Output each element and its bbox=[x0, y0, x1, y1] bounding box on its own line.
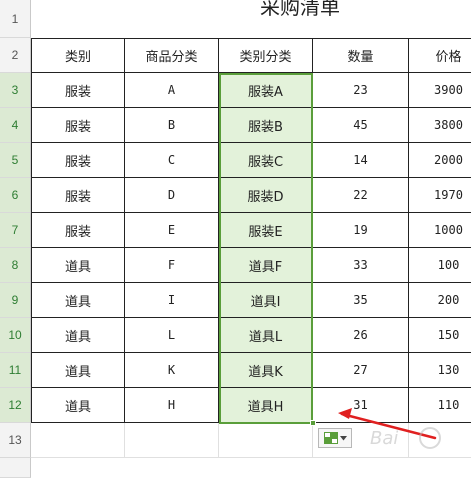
row-header[interactable] bbox=[0, 458, 31, 478]
selected-cell[interactable]: 道具I bbox=[219, 283, 313, 318]
sheet-title[interactable]: 采购清单 bbox=[150, 0, 450, 20]
table-cell[interactable]: E bbox=[125, 213, 219, 248]
table-cell[interactable]: 服装 bbox=[31, 143, 125, 178]
selected-cell[interactable]: 道具F bbox=[219, 248, 313, 283]
table-cell[interactable]: 45 bbox=[313, 108, 409, 143]
table-cell[interactable]: 服装 bbox=[31, 178, 125, 213]
table-cell[interactable]: 服装 bbox=[31, 73, 125, 108]
selected-cell[interactable]: 服装D bbox=[219, 178, 313, 213]
table-cell[interactable]: D bbox=[125, 178, 219, 213]
table-cell[interactable]: 23 bbox=[313, 73, 409, 108]
row-header[interactable]: 13 bbox=[0, 423, 31, 458]
table-cell[interactable]: B bbox=[125, 108, 219, 143]
table-cell[interactable]: 1000 bbox=[409, 213, 471, 248]
empty-cell[interactable] bbox=[31, 423, 125, 458]
table-cell[interactable]: 130 bbox=[409, 353, 471, 388]
row-header[interactable]: 11 bbox=[0, 353, 31, 388]
row-header[interactable]: 9 bbox=[0, 283, 31, 318]
row-header[interactable]: 5 bbox=[0, 143, 31, 178]
table-cell[interactable]: 道具 bbox=[31, 318, 125, 353]
row-header[interactable]: 8 bbox=[0, 248, 31, 283]
row-header[interactable]: 6 bbox=[0, 178, 31, 213]
column-header-cell[interactable]: 商品分类 bbox=[125, 38, 219, 73]
row-header[interactable]: 1 bbox=[0, 0, 31, 38]
selected-cell[interactable]: 道具L bbox=[219, 318, 313, 353]
empty-cell[interactable] bbox=[219, 423, 313, 458]
row-header[interactable]: 4 bbox=[0, 108, 31, 143]
table-cell[interactable]: 3900 bbox=[409, 73, 471, 108]
selected-cell[interactable]: 服装C bbox=[219, 143, 313, 178]
selected-cell[interactable]: 道具K bbox=[219, 353, 313, 388]
table-cell[interactable]: 1970 bbox=[409, 178, 471, 213]
table-cell[interactable]: A bbox=[125, 73, 219, 108]
row-header[interactable]: 12 bbox=[0, 388, 31, 423]
table-cell[interactable]: 27 bbox=[313, 353, 409, 388]
row-header[interactable]: 3 bbox=[0, 73, 31, 108]
table-cell[interactable]: 26 bbox=[313, 318, 409, 353]
table-cell[interactable]: 14 bbox=[313, 143, 409, 178]
row-header[interactable]: 2 bbox=[0, 38, 31, 73]
table-cell[interactable]: 33 bbox=[313, 248, 409, 283]
row-header[interactable]: 10 bbox=[0, 318, 31, 353]
table-cell[interactable]: 3800 bbox=[409, 108, 471, 143]
table-cell[interactable]: 200 bbox=[409, 283, 471, 318]
column-header-cell[interactable]: 价格 bbox=[409, 38, 471, 73]
empty-cell[interactable] bbox=[125, 423, 219, 458]
table-cell[interactable]: 服装 bbox=[31, 108, 125, 143]
table-cell[interactable]: 19 bbox=[313, 213, 409, 248]
selected-cell[interactable]: 服装B bbox=[219, 108, 313, 143]
column-header-cell[interactable]: 类别 bbox=[31, 38, 125, 73]
table-cell[interactable]: C bbox=[125, 143, 219, 178]
table-cell[interactable]: 150 bbox=[409, 318, 471, 353]
table-cell[interactable]: 100 bbox=[409, 248, 471, 283]
selected-cell[interactable]: 道具H bbox=[219, 388, 313, 423]
table-cell[interactable]: 35 bbox=[313, 283, 409, 318]
selected-cell[interactable]: 服装A bbox=[219, 73, 313, 108]
table-cell[interactable]: 道具 bbox=[31, 353, 125, 388]
table-cell[interactable]: 道具 bbox=[31, 283, 125, 318]
spreadsheet-grid: 采购清单 1 2 3 4 5 6 7 8 9 10 11 12 13 类别 商品分类 类别分类 数量 价格 服装 A… bbox=[0, 0, 471, 478]
table-cell[interactable]: F bbox=[125, 248, 219, 283]
table-cell[interactable]: I bbox=[125, 283, 219, 318]
table-cell[interactable]: 道具 bbox=[31, 388, 125, 423]
red-arrow-annotation bbox=[338, 408, 437, 440]
fill-handle[interactable] bbox=[310, 420, 316, 426]
row-header[interactable]: 7 bbox=[0, 213, 31, 248]
table-cell[interactable]: H bbox=[125, 388, 219, 423]
column-header-cell[interactable]: 数量 bbox=[313, 38, 409, 73]
table-cell[interactable]: L bbox=[125, 318, 219, 353]
selected-cell[interactable]: 服装E bbox=[219, 213, 313, 248]
table-cell[interactable]: 22 bbox=[313, 178, 409, 213]
column-header-cell[interactable]: 类别分类 bbox=[219, 38, 313, 73]
table-cell[interactable]: 2000 bbox=[409, 143, 471, 178]
table-cell[interactable]: 服装 bbox=[31, 213, 125, 248]
table-cell[interactable]: 道具 bbox=[31, 248, 125, 283]
table-cell[interactable]: K bbox=[125, 353, 219, 388]
